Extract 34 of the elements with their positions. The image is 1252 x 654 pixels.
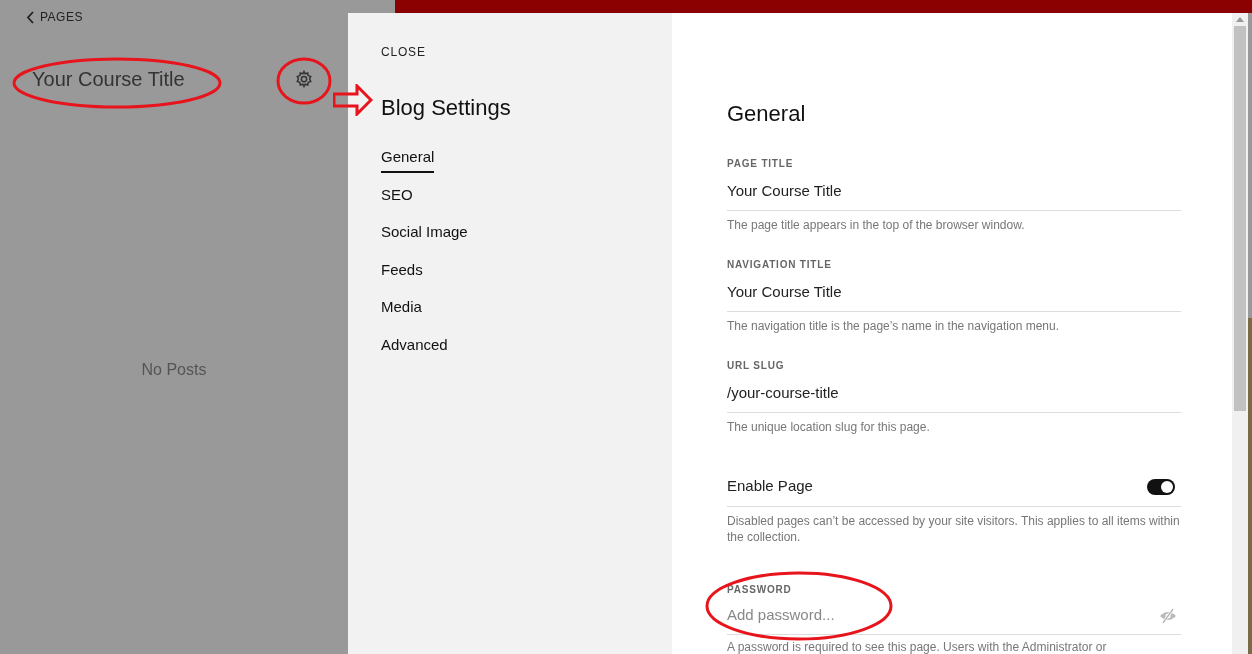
help-text: A password is required to see this page. Users with the Administrator or xyxy=(727,639,1108,654)
empty-message: No Posts xyxy=(141,360,207,380)
field-label: NAVIGATION TITLE xyxy=(727,258,833,272)
password-field[interactable]: Add password... xyxy=(727,604,1159,627)
close-button[interactable]: CLOSE xyxy=(381,43,426,61)
nav-tab[interactable]: SEO xyxy=(381,183,413,210)
nav-tab[interactable]: Social Image xyxy=(381,221,468,248)
section-title: General xyxy=(727,100,807,128)
back-link[interactable]: PAGES xyxy=(26,8,83,26)
panel-title: Blog Settings xyxy=(381,94,511,122)
field-label: PASSWORD xyxy=(727,583,793,597)
help-text: The page title appears in the top of the browser window. xyxy=(727,217,1026,233)
nav-tab[interactable]: General xyxy=(381,146,435,173)
nav-tab[interactable]: Feeds xyxy=(381,258,423,285)
toggle-switch[interactable] xyxy=(1147,478,1175,495)
help-text: Disabled pages can’t be accessed by your site visitors. This applies to all items within the collection. xyxy=(727,513,1181,545)
annotation-arrow xyxy=(333,84,373,116)
text-field[interactable]: /your-course-title xyxy=(727,373,1181,413)
chevron-left-icon xyxy=(26,10,34,24)
text-field[interactable]: Your Course Title xyxy=(727,171,1181,211)
field-label: PAGE TITLE xyxy=(727,157,795,171)
scrollbar[interactable] xyxy=(1232,13,1248,654)
nav-tab[interactable]: Media xyxy=(381,296,422,323)
toggle-label: Enable Page xyxy=(727,476,813,497)
text-field[interactable]: Your Course Title xyxy=(727,272,1181,312)
help-text: The navigation title is the page’s name in the navigation menu. xyxy=(727,318,1060,334)
hidden-eye-icon[interactable] xyxy=(1159,607,1177,624)
help-text: The unique location slug for this page. xyxy=(727,419,931,435)
gear-icon[interactable] xyxy=(294,70,313,88)
page-title: Your Course Title xyxy=(32,67,185,92)
field-label: URL SLUG xyxy=(727,359,786,373)
scroll-up-icon[interactable] xyxy=(1236,17,1244,22)
nav-tab[interactable]: Advanced xyxy=(381,333,448,360)
annotation-circle xyxy=(276,57,332,105)
